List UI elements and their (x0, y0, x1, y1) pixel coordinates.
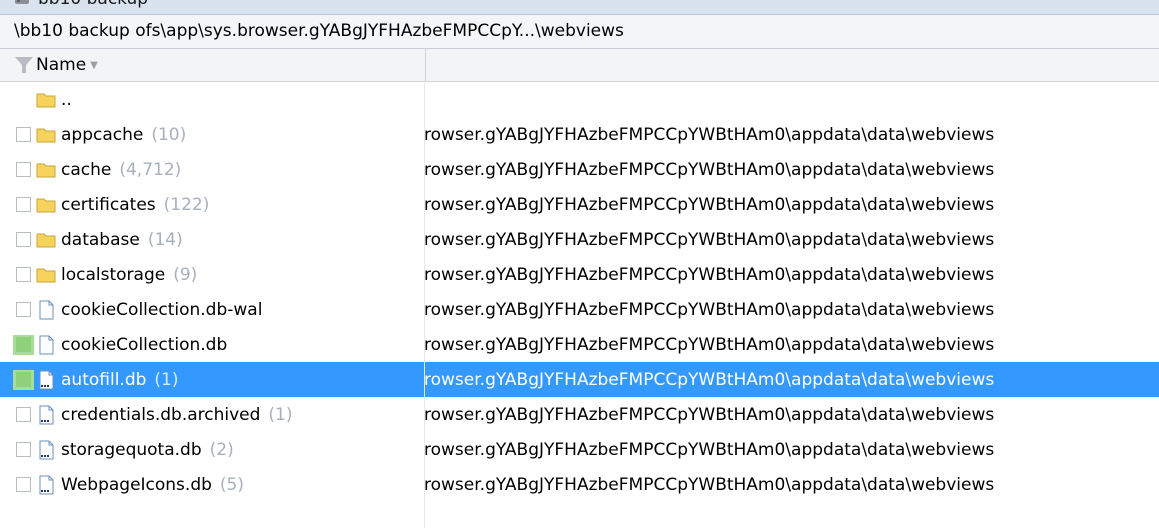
item-name: cache (61, 159, 112, 180)
name-cell: localstorage (9) (0, 265, 411, 285)
window-titlebar: bb10 backup (0, 0, 1159, 15)
path-cell: rowser.gYABgJYFHAzbeFMPCCpYWBtHAm0\appda… (424, 124, 995, 145)
name-cell: storagequota.db (2) (0, 440, 411, 460)
name-cell: cache (4,712) (0, 160, 411, 180)
item-name: appcache (61, 124, 144, 145)
name-cell: cookieCollection.db-wal (0, 300, 411, 320)
name-column-header[interactable]: Name ▼ (0, 49, 426, 81)
folder-icon (36, 128, 56, 142)
row-checkbox[interactable] (16, 232, 31, 247)
table-row[interactable]: WebpageIcons.db (5) rowser.gYABgJYFHAzbeFM… (0, 467, 1159, 502)
item-count: (10) (151, 124, 187, 145)
path-cell: rowser.gYABgJYFHAzbeFMPCCpYWBtHAm0\appda… (424, 299, 995, 320)
name-cell: WebpageIcons.db (5) (0, 475, 411, 495)
path-cell: rowser.gYABgJYFHAzbeFMPCCpYWBtHAm0\appda… (424, 369, 995, 390)
table-row[interactable]: cache (4,712) rowser.gYABgJYFHAzbeFMPCCpYW… (0, 152, 1159, 187)
row-checkbox[interactable] (16, 302, 31, 317)
item-count: (4,712) (119, 159, 182, 180)
parent-folder-cell: .. (0, 90, 411, 110)
file-icon (39, 300, 54, 319)
path-cell: rowser.gYABgJYFHAzbeFMPCCpYWBtHAm0\appda… (424, 159, 995, 180)
item-name: certificates (61, 194, 156, 215)
folder-icon (36, 268, 56, 282)
table-row[interactable]: autofill.db (1) rowser.gYABgJYFHAzbeFMPCCp… (0, 362, 1159, 397)
database-file-icon (39, 440, 54, 459)
item-count: (1) (154, 369, 179, 390)
row-checkbox[interactable] (16, 162, 31, 177)
row-checkbox[interactable] (16, 477, 31, 492)
parent-folder-label: .. (61, 89, 72, 110)
window-title: bb10 backup (38, 0, 148, 9)
item-name: localstorage (61, 264, 166, 285)
row-checkbox[interactable] (16, 197, 31, 212)
path-cell: rowser.gYABgJYFHAzbeFMPCCpYWBtHAm0\appda… (424, 194, 995, 215)
table-row[interactable]: credentials.db.archived (1) rowser.gYABgJY… (0, 397, 1159, 432)
name-cell: appcache (10) (0, 125, 411, 145)
item-name: autofill.db (61, 369, 147, 390)
row-checkbox[interactable] (16, 337, 31, 352)
path-column-header[interactable] (426, 49, 1159, 81)
item-count: (1) (268, 404, 293, 425)
path-cell: rowser.gYABgJYFHAzbeFMPCCpYWBtHAm0\appda… (424, 229, 995, 250)
database-file-icon (39, 405, 54, 424)
item-name: credentials.db.archived (61, 404, 261, 425)
item-count: (2) (209, 439, 234, 460)
file-list: .. appcache (10) rowser.gYABgJYFHAzbeFMPCC… (0, 82, 1159, 502)
item-name: WebpageIcons.db (61, 474, 212, 495)
path-cell: rowser.gYABgJYFHAzbeFMPCCpYWBtHAm0\appda… (424, 264, 995, 285)
folder-icon (36, 163, 56, 177)
item-count: (5) (219, 474, 244, 495)
filter-icon[interactable] (14, 55, 34, 75)
database-file-icon (39, 370, 54, 389)
path-cell: rowser.gYABgJYFHAzbeFMPCCpYWBtHAm0\appda… (424, 474, 995, 495)
path-cell: rowser.gYABgJYFHAzbeFMPCCpYWBtHAm0\appda… (424, 334, 995, 355)
folder-icon (36, 198, 56, 212)
table-row[interactable]: appcache (10) rowser.gYABgJYFHAzbeFMPCCpYW… (0, 117, 1159, 152)
name-cell: database (14) (0, 230, 411, 250)
name-cell: autofill.db (1) (0, 370, 411, 390)
name-cell: credentials.db.archived (1) (0, 405, 411, 425)
sort-dropdown-icon[interactable]: ▼ (90, 60, 98, 71)
database-file-icon (39, 475, 54, 494)
name-cell: cookieCollection.db (0, 335, 411, 355)
row-checkbox[interactable] (16, 267, 31, 282)
parent-folder-row[interactable]: .. (0, 82, 1159, 117)
item-count: (122) (163, 194, 210, 215)
table-row[interactable]: cookieCollection.db rowser.gYABgJYFHAzbeF… (0, 327, 1159, 362)
path-cell: rowser.gYABgJYFHAzbeFMPCCpYWBtHAm0\appda… (424, 404, 995, 425)
drive-icon (15, 0, 29, 4)
folder-icon (36, 233, 56, 247)
row-checkbox[interactable] (16, 372, 31, 387)
row-checkbox[interactable] (16, 407, 31, 422)
row-checkbox[interactable] (16, 127, 31, 142)
item-count: (9) (173, 264, 198, 285)
item-count: (14) (147, 229, 183, 250)
column-divider (424, 80, 425, 528)
table-row[interactable]: cookieCollection.db-wal rowser.gYABgJYFHA… (0, 292, 1159, 327)
path-bar[interactable]: \bb10 backup ofs\app\sys.browser.gYABgJY… (0, 15, 1159, 49)
path-cell: rowser.gYABgJYFHAzbeFMPCCpYWBtHAm0\appda… (424, 439, 995, 460)
item-name: cookieCollection.db-wal (61, 299, 263, 320)
row-checkbox[interactable] (16, 442, 31, 457)
item-name: storagequota.db (61, 439, 202, 460)
column-header: Name ▼ (0, 49, 1159, 82)
folder-icon (36, 93, 56, 107)
item-name: database (61, 229, 140, 250)
table-row[interactable]: database (14) rowser.gYABgJYFHAzbeFMPCCpYW… (0, 222, 1159, 257)
item-name: cookieCollection.db (61, 334, 228, 355)
table-row[interactable]: storagequota.db (2) rowser.gYABgJYFHAzbeFM… (0, 432, 1159, 467)
name-column-label: Name (36, 55, 87, 75)
file-icon (39, 335, 54, 354)
table-row[interactable]: certificates (122) rowser.gYABgJYFHAzbeFMP… (0, 187, 1159, 222)
name-cell: certificates (122) (0, 195, 411, 215)
table-row[interactable]: localstorage (9) rowser.gYABgJYFHAzbeFMPCC… (0, 257, 1159, 292)
